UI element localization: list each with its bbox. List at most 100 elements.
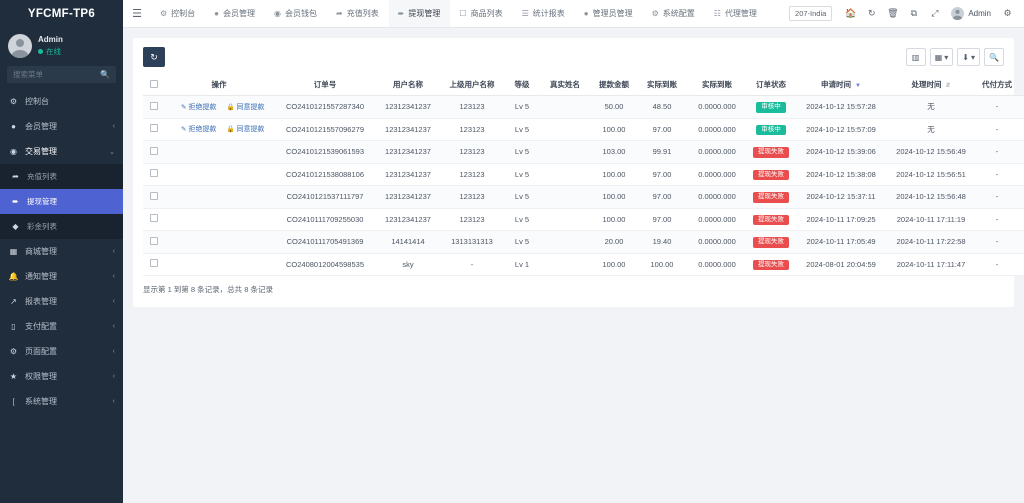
settings-icon[interactable]: ⚙ [997, 0, 1018, 28]
row-checkbox[interactable] [150, 259, 158, 267]
operator-cell: - [1019, 96, 1024, 119]
sidebar-item-withdraw-management[interactable]: ➨ 提现管理 [0, 189, 123, 214]
sidebar-item-members[interactable]: ● 会员管理 ‹ [0, 114, 123, 139]
level-cell: Lv 5 [505, 186, 539, 209]
sidebar-item-permissions[interactable]: ★ 权限管理 ‹ [0, 364, 123, 389]
real-name-cell [539, 208, 591, 231]
sidebar-item-notifications[interactable]: 🔔 通知管理 ‹ [0, 264, 123, 289]
status-cell: 提现失败 [747, 186, 795, 209]
header-operator[interactable]: 操作员 [1019, 74, 1024, 96]
region-badge[interactable]: 207-India [789, 6, 832, 21]
tab-dashboard[interactable]: ⚙ 控制台 [151, 0, 205, 27]
header-actions[interactable]: 操作 [165, 74, 273, 96]
row-checkbox[interactable] [150, 192, 158, 200]
sidebar-item-dashboard[interactable]: ⚙ 控制台 [0, 89, 123, 114]
header-level[interactable]: 等级 [505, 74, 539, 96]
search-icon[interactable]: 🔍 [100, 70, 110, 79]
select-all-header [143, 74, 165, 96]
tab-product-list[interactable]: ☐ 商品列表 [450, 0, 512, 27]
reject-withdraw-link[interactable]: ✎拒绝提款 [181, 124, 216, 134]
brand-logo[interactable]: YFCMF-TP6 [0, 0, 123, 28]
refresh-button[interactable]: ↻ [143, 47, 165, 67]
clone-icon[interactable]: ⧉ [903, 0, 924, 28]
header-amount[interactable]: 提款金额 [591, 74, 637, 96]
sidebar-item-shop[interactable]: ▦ 商城管理 ‹ [0, 239, 123, 264]
table-row[interactable]: CO2408012004598535sky-Lv 1100.00100.000.… [143, 253, 1024, 276]
sidebar-item-transactions[interactable]: ◉ 交易管理 ⌄ [0, 139, 123, 164]
hamburger-menu-icon[interactable]: ☰ [123, 0, 151, 27]
columns-button[interactable]: ▥ [906, 48, 926, 66]
table-row[interactable]: CO241012153808810612312341237123123Lv 51… [143, 163, 1024, 186]
header-apply-time[interactable]: 申请时间▼ [795, 74, 887, 96]
row-checkbox[interactable] [150, 237, 158, 245]
tab-withdraw-management[interactable]: ➨ 提现管理 [389, 0, 451, 27]
chevron-left-icon: ‹ [113, 348, 115, 355]
row-checkbox[interactable] [150, 124, 158, 132]
export-button[interactable]: ⬇ ▾ [957, 48, 980, 66]
table-row[interactable]: CO241012153906159312312341237123123Lv 51… [143, 141, 1024, 164]
chevron-left-icon: ‹ [113, 323, 115, 330]
sidebar-submenu-transactions: ➦ 充值列表 ➨ 提现管理 ◆ 彩金列表 [0, 164, 123, 239]
pay-method-cell: - [975, 186, 1019, 209]
order-no-cell: CO2410121538088106 [273, 163, 377, 186]
header-order-no[interactable]: 订单号 [273, 74, 377, 96]
tab-member-wallet[interactable]: ◉ 会员钱包 [265, 0, 327, 27]
tab-system-config[interactable]: ⚙ 系统配置 [643, 0, 705, 27]
status-badge: 提现失败 [753, 237, 789, 248]
header-order-status[interactable]: 订单状态 [747, 74, 795, 96]
header-pay-method[interactable]: 代付方式 [975, 74, 1019, 96]
trash-icon[interactable]: 🗑 [882, 0, 903, 28]
header-username[interactable]: 用户名称 [377, 74, 439, 96]
chevron-left-icon: ‹ [113, 398, 115, 405]
table-row[interactable]: ✎拒绝提款🔒同意提款CO2410121557287340123123412371… [143, 96, 1024, 119]
table-row[interactable]: CO2410111705491369141414141313131313Lv 5… [143, 231, 1024, 254]
view-button[interactable]: ▦ ▾ [930, 48, 954, 66]
sidebar-item-payment-config[interactable]: ▯ 支付配置 ‹ [0, 314, 123, 339]
sidebar-item-recharge-list[interactable]: ➦ 充值列表 [0, 164, 123, 189]
tab-member-management[interactable]: ● 会员管理 [205, 0, 265, 27]
shop-icon: ▦ [8, 247, 19, 256]
approve-withdraw-link[interactable]: 🔒同意提款 [226, 124, 264, 134]
search-button[interactable]: 🔍 [984, 48, 1004, 66]
order-no-cell: CO2410111705491369 [273, 231, 377, 254]
app-root: YFCMF-TP6 Admin 在线 🔍 ⚙ [0, 0, 1024, 503]
sort-icon[interactable]: ⇵ [945, 83, 950, 89]
sidebar-item-page-config[interactable]: ⚙ 页面配置 ‹ [0, 339, 123, 364]
header-parent-username[interactable]: 上级用户名称 [439, 74, 505, 96]
sidebar-item-system[interactable]: ❲ 系统管理 ‹ [0, 389, 123, 414]
tab-recharge-list[interactable]: ➦ 充值列表 [327, 0, 389, 27]
apply-time-cell: 2024-10-12 15:39:06 [795, 141, 887, 164]
actions-cell [165, 231, 273, 254]
row-checkbox[interactable] [150, 214, 158, 222]
sort-desc-icon[interactable]: ▼ [855, 83, 861, 89]
approve-withdraw-link[interactable]: 🔒同意提款 [226, 102, 264, 112]
sidebar-item-reports[interactable]: ↗ 报表管理 ‹ [0, 289, 123, 314]
header-actual-received-2[interactable]: 实际到账 [687, 74, 747, 96]
parent-username-cell: 1313131313 [439, 231, 505, 254]
topbar-user[interactable]: Admin [945, 7, 997, 20]
sidebar-item-bonus-list[interactable]: ◆ 彩金列表 [0, 214, 123, 239]
header-process-time[interactable]: 处理时间⇵ [887, 74, 975, 96]
header-actual-received[interactable]: 实际到账 [637, 74, 687, 96]
row-checkbox[interactable] [150, 102, 158, 110]
real-name-cell [539, 96, 591, 119]
table-row[interactable]: CO241011170925503012312341237123123Lv 51… [143, 208, 1024, 231]
select-all-checkbox[interactable] [150, 80, 158, 88]
refresh-icon[interactable]: ↻ [861, 0, 882, 28]
header-real-name[interactable]: 真实姓名 [539, 74, 591, 96]
search-input[interactable] [13, 70, 100, 79]
amount-cell: 100.00 [591, 208, 637, 231]
tab-statistics-report[interactable]: ☰ 统计报表 [513, 0, 575, 27]
tab-admin-management[interactable]: ● 管理员管理 [575, 0, 643, 27]
row-checkbox[interactable] [150, 169, 158, 177]
tab-agent-management[interactable]: ☷ 代理管理 [705, 0, 767, 27]
row-checkbox[interactable] [150, 147, 158, 155]
sidebar-user-profile[interactable]: Admin 在线 [0, 28, 123, 62]
reject-withdraw-link[interactable]: ✎拒绝提款 [181, 102, 216, 112]
username-cell: 14141414 [377, 231, 439, 254]
menu-search[interactable]: 🔍 [7, 66, 116, 83]
table-row[interactable]: ✎拒绝提款🔒同意提款CO2410121557096279123123412371… [143, 118, 1024, 141]
home-icon[interactable]: 🏠 [840, 0, 861, 28]
table-row[interactable]: CO241012153711179712312341237123123Lv 51… [143, 186, 1024, 209]
fullscreen-icon[interactable]: ⤢ [924, 0, 945, 28]
